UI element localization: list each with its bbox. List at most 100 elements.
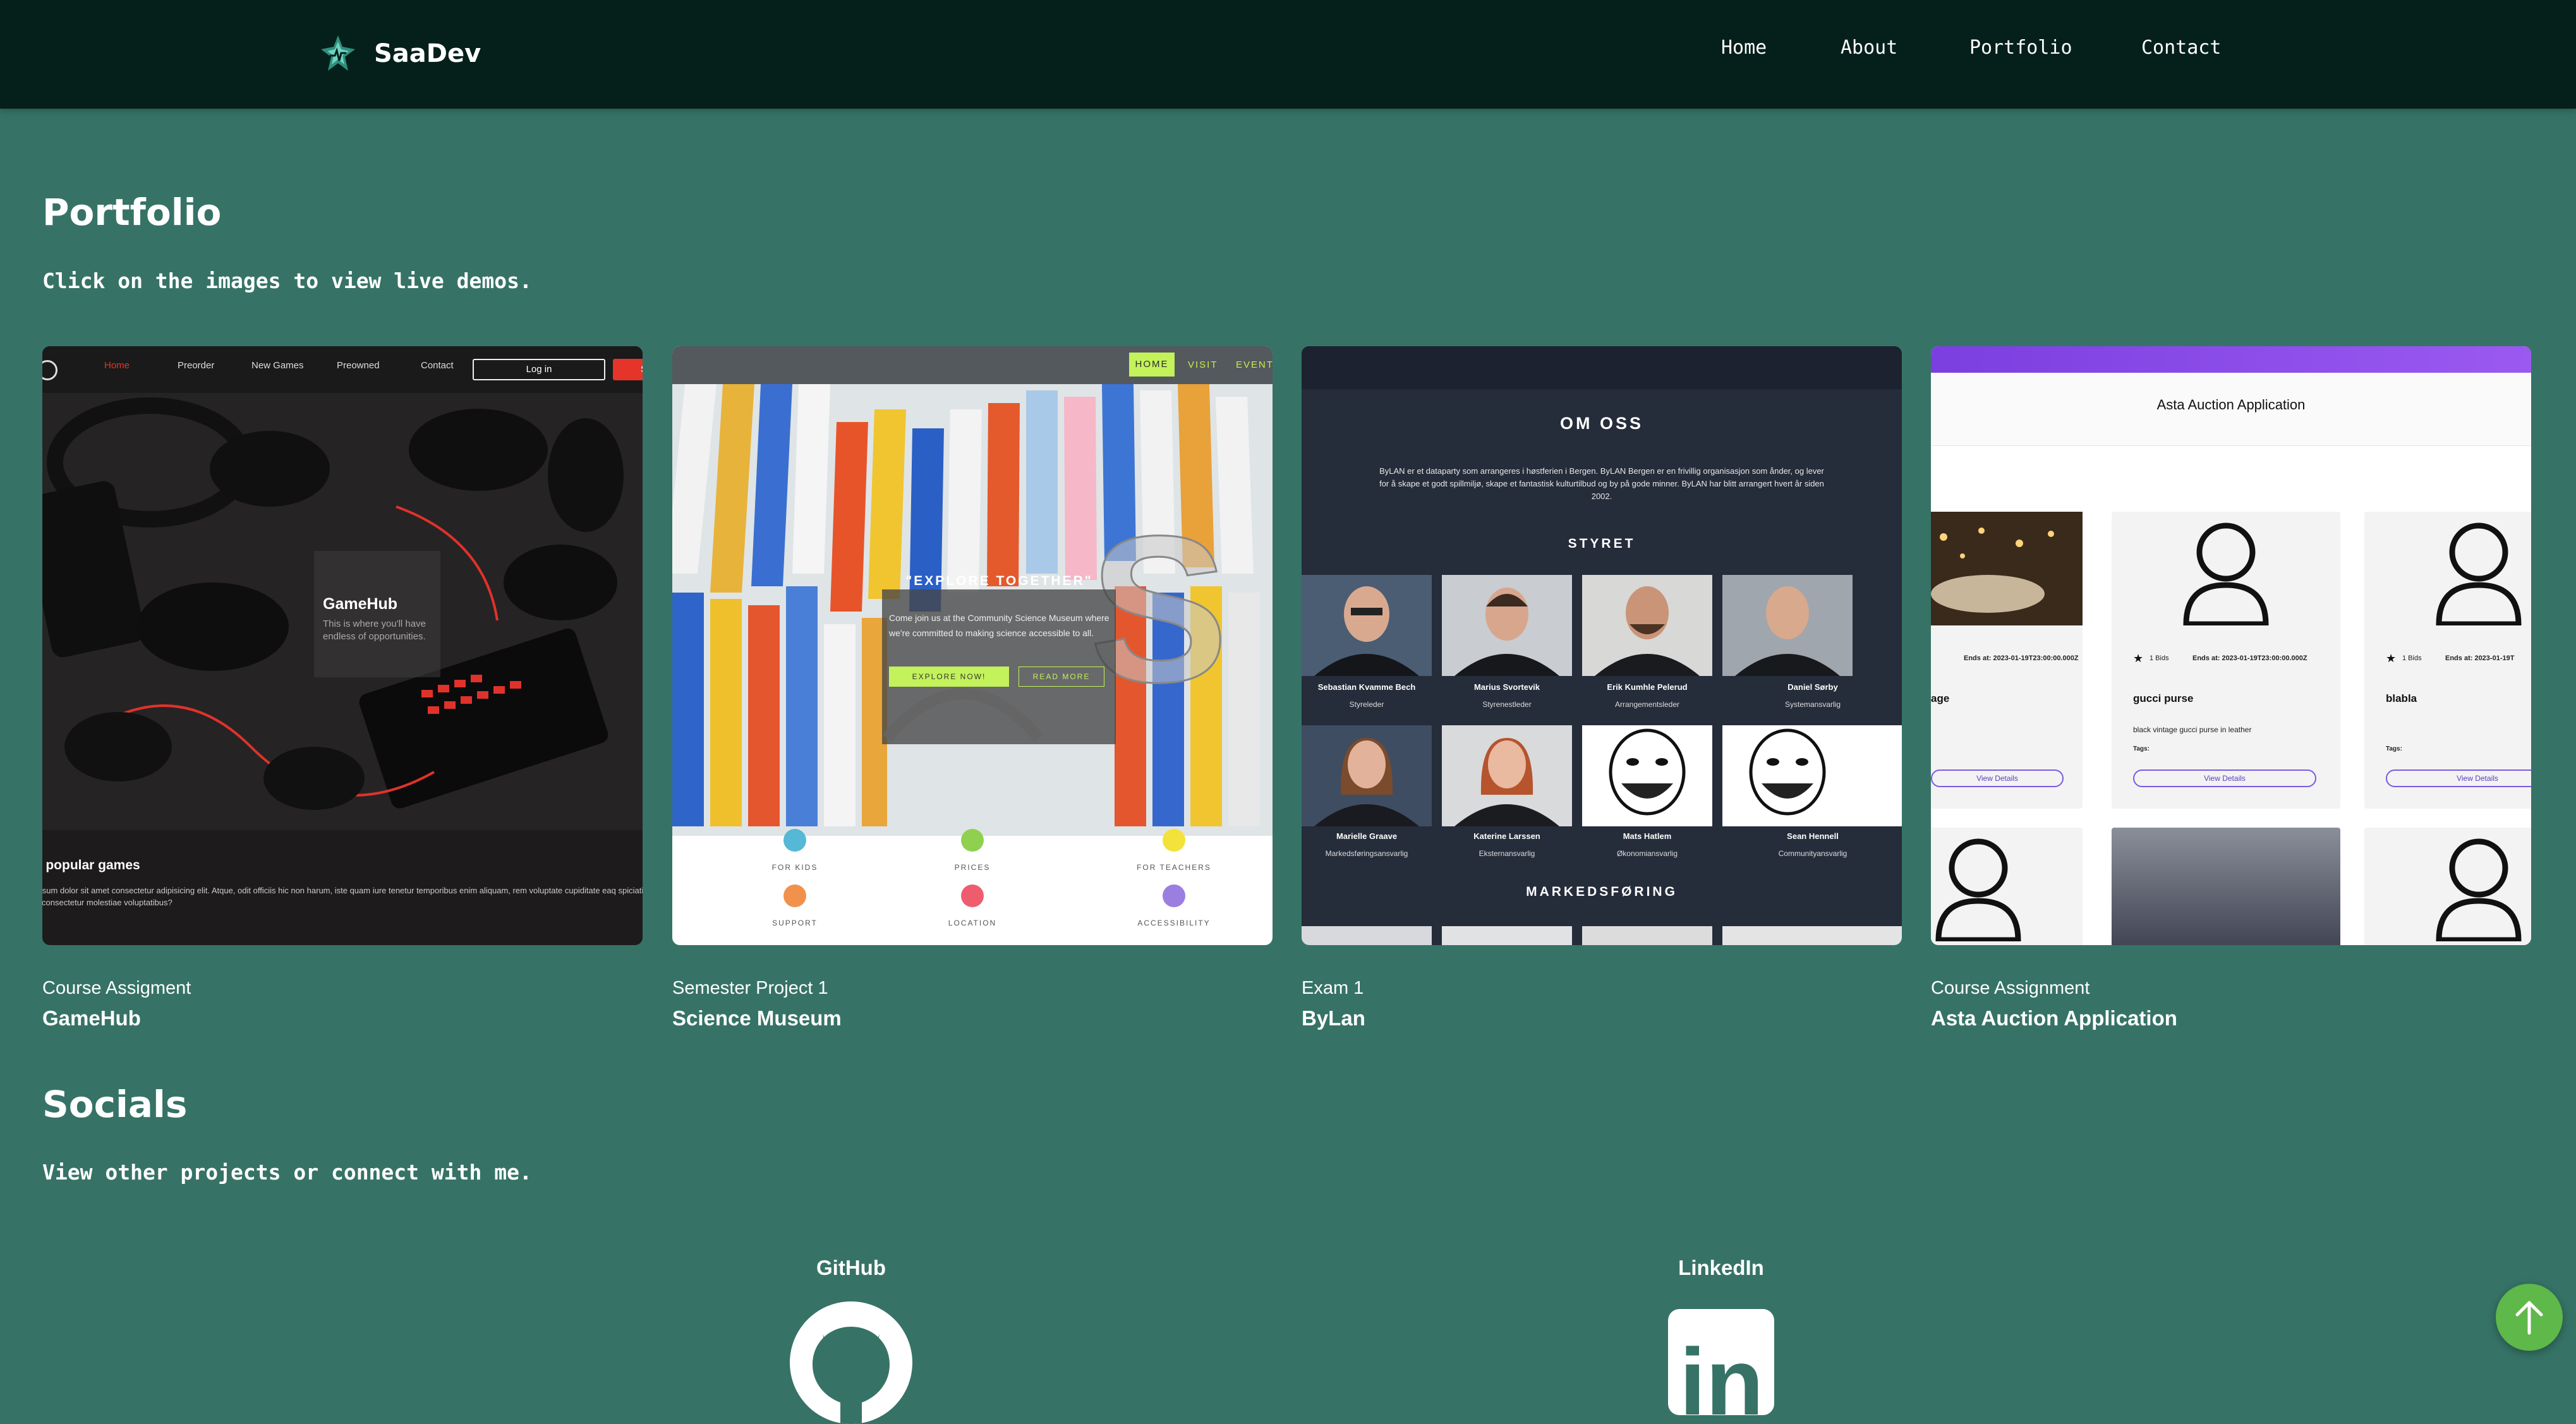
- member-name: Daniel Sørby: [1787, 682, 1838, 692]
- nav-contact[interactable]: Contact: [2141, 37, 2221, 59]
- project-name[interactable]: GameHub: [42, 1006, 643, 1030]
- accessibility-icon: [1163, 884, 1185, 907]
- bylan-heading: OM OSS: [1559, 414, 1643, 433]
- member-photo: [1442, 575, 1572, 676]
- arrow-up-icon: [2515, 1301, 2543, 1335]
- asta-item-tags: Tags:: [2133, 745, 2150, 752]
- museum-navbar: HOME VISIT EVENT: [672, 346, 1273, 384]
- project-thumbnail-asta[interactable]: Asta Auction Application Ends at: 2023-0…: [1931, 346, 2531, 945]
- portfolio-subtitle: Click on the images to view live demos.: [42, 269, 532, 293]
- user-placeholder-icon: [2436, 838, 2522, 941]
- nav-home[interactable]: Home: [1721, 37, 1767, 59]
- gamehub-logo-icon: [42, 360, 57, 380]
- member-role: Styreleder: [1349, 700, 1384, 709]
- project-card-gamehub: Home Preorder New Games Preowned Contact…: [42, 346, 643, 1030]
- member-role: Økonomiansvarlig: [1616, 849, 1678, 858]
- user-placeholder-icon: [1935, 838, 2021, 941]
- museum-hero-title: "EXPLORE TOGETHER": [905, 574, 1093, 588]
- asta-listing-card: [1931, 828, 2083, 945]
- member-role: Systemansvarlig: [1784, 700, 1841, 709]
- member-photo: [1582, 575, 1712, 676]
- site-header: SaaDev Home About Portfolio Contact: [0, 0, 2576, 109]
- asta-view-details-button: View Details: [2133, 769, 2316, 787]
- github-label: GitHub: [816, 1256, 886, 1279]
- gamehub-navbar: Home Preorder New Games Preowned Contact…: [42, 346, 643, 393]
- github-link[interactable]: [790, 1301, 912, 1424]
- project-thumbnail-gamehub[interactable]: Home Preorder New Games Preowned Contact…: [42, 346, 643, 945]
- socials-subtitle: View other projects or connect with me.: [42, 1160, 532, 1185]
- member-photo: [1582, 926, 1712, 945]
- github-icon: [813, 1327, 890, 1424]
- project-card-asta: Asta Auction Application Ends at: 2023-0…: [1931, 346, 2531, 1030]
- linkedin-icon: in: [1679, 1329, 1764, 1415]
- asta-item-title: age: [1931, 692, 1950, 704]
- museum-feature-support: SUPPORT: [772, 919, 818, 927]
- asta-item-title: gucci purse: [2133, 692, 2194, 704]
- asta-listing-card: ★ 1 Bids Ends at: 2023-01-19T blabla Tag…: [2364, 512, 2531, 809]
- gamehub-hero-title: GameHub: [323, 595, 398, 613]
- project-name[interactable]: Asta Auction Application: [1931, 1006, 2531, 1030]
- socials-title: Socials: [42, 1083, 188, 1126]
- prices-icon: [961, 829, 984, 852]
- asta-ends-at: Ends at: 2023-01-19T23:00:00.000Z: [1964, 655, 2079, 662]
- member-role: Styrenestleder: [1482, 700, 1532, 709]
- gamehub-hero-subtitle: This is where you'll have endless of opp…: [323, 618, 426, 642]
- asta-ends-at: Ends at: 2023-01-19T23:00:00.000Z: [2192, 655, 2307, 662]
- nav-portfolio[interactable]: Portfolio: [1969, 37, 2072, 59]
- member-name: Mats Hatlem: [1623, 831, 1672, 841]
- star-icon: ★: [2386, 652, 2397, 665]
- museum-nav-visit: VISIT: [1188, 359, 1218, 370]
- gamehub-login-button: Log in: [473, 359, 605, 380]
- gamehub-nav-home: Home: [104, 360, 130, 371]
- gamehub-nav-new-games: New Games: [251, 360, 304, 371]
- asta-listing-card: [2112, 828, 2340, 945]
- project-type: Exam 1: [1302, 978, 1364, 998]
- bylan-intro: ByLAN er et dataparty som arrangeres i h…: [1379, 466, 1824, 501]
- museum-feature-prices: PRICES: [954, 863, 991, 872]
- asta-bids: 1 Bids: [2150, 655, 2169, 662]
- museum-feature-location: LOCATION: [948, 919, 997, 927]
- asta-listing-image: [1931, 512, 2083, 625]
- scroll-to-top-button[interactable]: [2496, 1284, 2563, 1351]
- member-name: Sean Hennell: [1787, 831, 1839, 841]
- museum-nav-event: EVENT: [1236, 359, 1273, 370]
- support-icon: [783, 884, 806, 907]
- gamehub-nav-preowned: Preowned: [337, 360, 380, 371]
- brand-logo-icon: [321, 35, 355, 71]
- project-name[interactable]: ByLan: [1302, 1006, 1902, 1030]
- asta-item-title: blabla: [2386, 692, 2417, 704]
- museum-feature-teachers: FOR TEACHERS: [1137, 863, 1211, 872]
- project-thumbnail-science-museum[interactable]: HOME VISIT EVENT S "EXPLORE TOGETHER" Co…: [672, 346, 1273, 945]
- project-card-science-museum: HOME VISIT EVENT S "EXPLORE TOGETHER" Co…: [672, 346, 1273, 1030]
- member-name: Marius Svortevik: [1473, 682, 1540, 692]
- gamehub-nav-contact: Contact: [421, 360, 454, 371]
- asta-item-tags: Tags:: [2386, 745, 2402, 752]
- linkedin-link[interactable]: in: [1668, 1309, 1774, 1415]
- member-photo: [1722, 575, 1902, 676]
- brand[interactable]: SaaDev: [318, 32, 481, 76]
- project-thumbnail-bylan[interactable]: OM OSS ByLAN er et dataparty som arrange…: [1302, 346, 1902, 945]
- member-photo: [1442, 926, 1572, 945]
- nav-about[interactable]: About: [1841, 37, 1897, 59]
- museum-feature-accessibility: ACCESSIBILITY: [1137, 919, 1211, 927]
- member-name: Katerine Larssen: [1473, 831, 1540, 841]
- member-photo: [1582, 725, 1712, 826]
- asta-listing-card: Ends at: 2023-01-19T23:00:00.000Z age Vi…: [1931, 512, 2083, 809]
- member-photo: [1722, 725, 1902, 826]
- project-name[interactable]: Science Museum: [672, 1006, 1273, 1030]
- project-type: Course Assignment: [1931, 978, 2090, 998]
- user-placeholder-icon: [2183, 522, 2269, 625]
- museum-read-more-button: READ MORE: [1019, 667, 1104, 687]
- museum-explore-button: EXPLORE NOW!: [889, 667, 1009, 687]
- member-name: Sebastian Kvamme Bech: [1317, 682, 1416, 692]
- star-icon: ★: [2133, 652, 2144, 665]
- member-photo: [1722, 926, 1902, 945]
- member-photo: [1442, 725, 1572, 826]
- location-icon: [961, 884, 984, 907]
- asta-app-title: Asta Auction Application: [2156, 397, 2306, 413]
- museum-feature-kids: FOR KIDS: [771, 863, 818, 872]
- bylan-topbar: [1302, 346, 1902, 389]
- project-card-bylan: OM OSS ByLAN er et dataparty som arrange…: [1302, 346, 1902, 1030]
- gamehub-section-text: em ipsum dolor sit amet consectetur adip…: [42, 886, 643, 907]
- gamehub-hero: GameHub This is where you'll have endles…: [42, 393, 643, 830]
